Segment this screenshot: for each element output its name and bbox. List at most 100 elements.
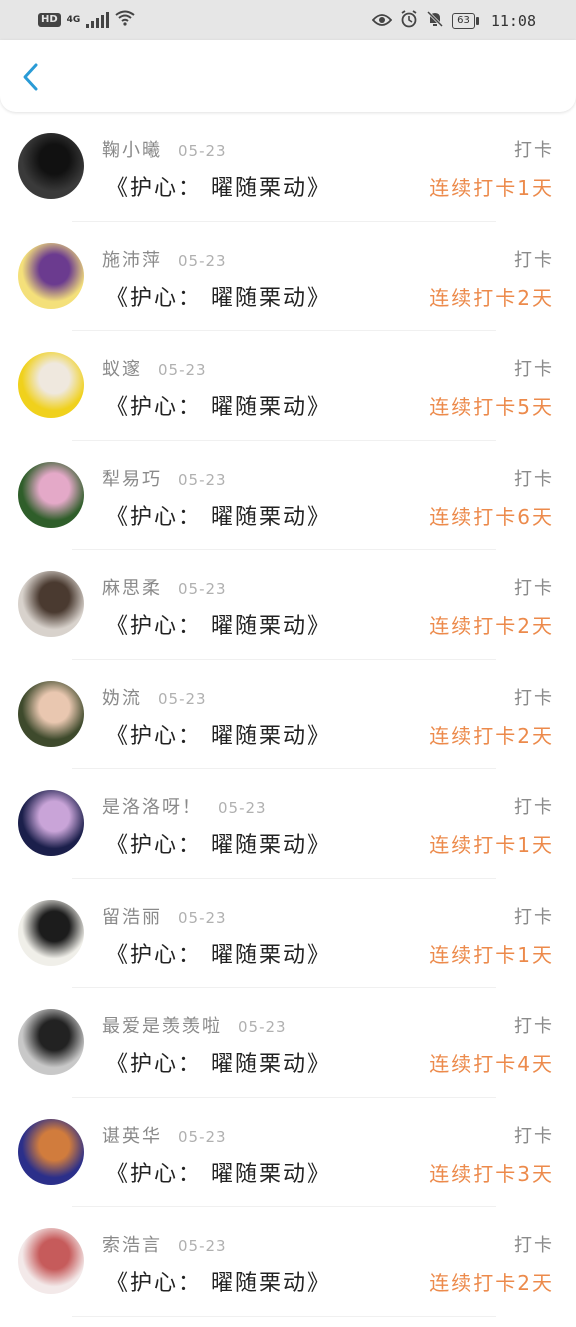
- divider: [72, 549, 496, 550]
- checkin-date: 05-23: [178, 908, 227, 927]
- checkin-status: 打卡: [514, 578, 554, 599]
- avatar[interactable]: [18, 461, 84, 528]
- user-name-text: 麻思柔: [102, 578, 162, 599]
- user-name-text: 犁易巧: [102, 468, 162, 490]
- checkin-status: 打卡: [514, 906, 554, 928]
- list-item[interactable]: 鞠小曦 05-23 打卡 《护心： 曜随栗动》 连续打卡1天: [0, 122, 576, 232]
- checkin-date: 05-23: [178, 142, 227, 160]
- divider: [72, 768, 496, 769]
- user-name-text: 蚁邃: [102, 359, 142, 380]
- book-title: 《护心： 曜随栗动》: [106, 1161, 331, 1187]
- user-name-text: 是洛洛呀！: [102, 797, 202, 818]
- checkin-date: 05-23: [238, 1018, 287, 1036]
- back-button[interactable]: [18, 62, 46, 92]
- avatar[interactable]: [18, 352, 84, 418]
- user-name: 留浩丽 05-23: [102, 903, 227, 929]
- avatar[interactable]: [18, 1118, 84, 1185]
- streak-count: 连续打卡6天: [429, 504, 554, 529]
- avatar[interactable]: [18, 899, 84, 966]
- divider: [72, 658, 496, 660]
- divider: [72, 877, 496, 879]
- signal-icon: [86, 12, 110, 28]
- checkin-date: 05-23: [178, 251, 227, 270]
- checkin-date: 05-23: [178, 470, 227, 489]
- checkin-date: 05-23: [218, 799, 267, 817]
- mute-bell-icon: [426, 10, 444, 32]
- book-title: 《护心： 曜随栗动》: [106, 833, 331, 858]
- battery-icon: 63: [452, 13, 479, 29]
- book-title: 《护心： 曜随栗动》: [106, 504, 331, 530]
- checkin-status: 打卡: [514, 140, 554, 161]
- checkin-list: 鞠小曦 05-23 打卡 《护心： 曜随栗动》 连续打卡1天 施沛萍 05-23 打…: [0, 122, 576, 1327]
- streak-count: 连续打卡2天: [429, 723, 554, 748]
- list-item[interactable]: 施沛萍 05-23 打卡 《护心： 曜随栗动》 连续打卡2天: [0, 232, 576, 342]
- checkin-date: 05-23: [178, 1237, 227, 1255]
- streak-count: 连续打卡1天: [429, 176, 554, 200]
- book-title: 《护心： 曜随栗动》: [106, 1271, 331, 1296]
- user-name: 妫流 05-23: [102, 684, 207, 710]
- avatar[interactable]: [18, 133, 84, 199]
- avatar[interactable]: [18, 242, 84, 309]
- streak-count: 连续打卡1天: [429, 833, 554, 857]
- avatar[interactable]: [18, 1228, 84, 1294]
- user-name: 鞠小曦 05-23: [102, 136, 227, 162]
- list-item[interactable]: 妫流 05-23 打卡 《护心： 曜随栗动》 连续打卡2天: [0, 670, 576, 780]
- list-item[interactable]: 犁易巧 05-23 打卡 《护心： 曜随栗动》 连续打卡6天: [0, 451, 576, 561]
- list-item[interactable]: 索浩言 05-23 打卡 《护心： 曜随栗动》 连续打卡2天: [0, 1217, 576, 1327]
- list-item[interactable]: 是洛洛呀！ 05-23 打卡 《护心： 曜随栗动》 连续打卡1天: [0, 779, 576, 889]
- book-title: 《护心： 曜随栗动》: [106, 1052, 331, 1077]
- list-item[interactable]: 留浩丽 05-23 打卡 《护心： 曜随栗动》 连续打卡1天: [0, 889, 576, 999]
- clock: 11:08: [490, 12, 536, 30]
- checkin-status: 打卡: [514, 1125, 554, 1147]
- book-title: 《护心： 曜随栗动》: [106, 614, 331, 639]
- user-name: 最爱是羡羡啦 05-23: [102, 1012, 287, 1038]
- chevron-left-icon: [23, 63, 38, 91]
- user-name: 犁易巧 05-23: [102, 465, 227, 491]
- user-name-text: 施沛萍: [102, 249, 162, 271]
- user-name: 麻思柔 05-23: [102, 574, 227, 600]
- checkin-date: 05-23: [178, 580, 227, 598]
- user-name-text: 妫流: [102, 687, 142, 709]
- list-item[interactable]: 麻思柔 05-23 打卡 《护心： 曜随栗动》 连续打卡2天: [0, 560, 576, 670]
- checkin-status: 打卡: [514, 1016, 554, 1037]
- list-item[interactable]: 谌英华 05-23 打卡 《护心： 曜随栗动》 连续打卡3天: [0, 1108, 576, 1218]
- streak-count: 连续打卡4天: [429, 1052, 554, 1076]
- network-type: 4G: [66, 15, 81, 25]
- list-item[interactable]: 最爱是羡羡啦 05-23 打卡 《护心： 曜随栗动》 连续打卡4天: [0, 998, 576, 1108]
- checkin-status: 打卡: [514, 249, 554, 271]
- divider: [72, 439, 496, 441]
- user-name: 蚁邃 05-23: [102, 355, 207, 381]
- divider: [72, 1315, 496, 1317]
- user-name: 是洛洛呀！ 05-23: [102, 793, 267, 819]
- user-name-text: 谌英华: [102, 1125, 162, 1147]
- divider: [72, 987, 496, 988]
- divider: [72, 330, 496, 331]
- avatar[interactable]: [18, 680, 84, 747]
- divider: [72, 1206, 496, 1207]
- book-title: 《护心： 曜随栗动》: [106, 942, 331, 968]
- streak-count: 连续打卡2天: [429, 1271, 554, 1295]
- user-name: 施沛萍 05-23: [102, 246, 227, 272]
- user-name-text: 留浩丽: [102, 906, 162, 928]
- book-title: 《护心： 曜随栗动》: [106, 285, 331, 311]
- user-name-text: 鞠小曦: [102, 140, 162, 161]
- wifi-icon: [115, 10, 135, 30]
- list-item[interactable]: 蚁邃 05-23 打卡 《护心： 曜随栗动》 连续打卡5天: [0, 341, 576, 451]
- divider: [72, 220, 496, 222]
- avatar[interactable]: [18, 1009, 84, 1075]
- hd-badge: HD: [38, 13, 61, 27]
- user-name-text: 最爱是羡羡啦: [102, 1016, 222, 1037]
- checkin-status: 打卡: [514, 359, 554, 380]
- book-title: 《护心： 曜随栗动》: [106, 395, 331, 420]
- book-title: 《护心： 曜随栗动》: [106, 723, 331, 749]
- streak-count: 连续打卡2天: [429, 285, 554, 310]
- avatar[interactable]: [18, 571, 84, 637]
- user-name: 索浩言 05-23: [102, 1231, 227, 1257]
- streak-count: 连续打卡1天: [429, 942, 554, 967]
- book-title: 《护心： 曜随栗动》: [106, 176, 331, 201]
- checkin-status: 打卡: [514, 687, 554, 709]
- user-name-text: 索浩言: [102, 1235, 162, 1256]
- avatar[interactable]: [18, 790, 84, 856]
- eye-icon: [371, 12, 393, 31]
- top-bar: [0, 40, 576, 112]
